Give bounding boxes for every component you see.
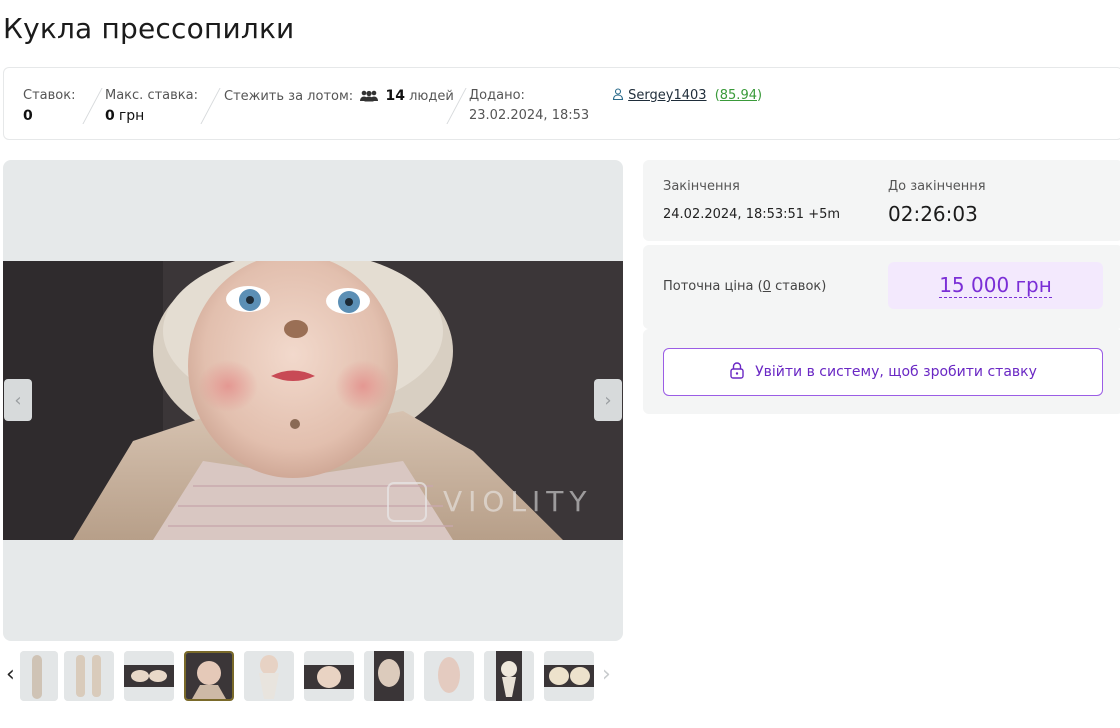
price-badge[interactable]: 15 000 грн: [888, 262, 1103, 309]
login-button-label: Увійти в систему, щоб зробити ставку: [755, 364, 1037, 380]
prev-image-button[interactable]: ‹: [4, 379, 32, 421]
next-image-button[interactable]: ›: [594, 379, 622, 421]
main-photo[interactable]: VIOLITY: [3, 261, 623, 540]
image-gallery: VIOLITY ‹ ›: [3, 160, 623, 641]
thumbs-prev-button[interactable]: ‹: [6, 662, 15, 687]
thumbnail-strip: ‹ ›: [0, 648, 623, 704]
bids-stat: Ставок: 0: [23, 86, 75, 126]
seller-info: Sergey1403 (85.94): [612, 86, 762, 107]
chevron-left-icon: ‹: [14, 389, 22, 411]
thumbnail[interactable]: [244, 651, 294, 701]
max-bid-label: Макс. ставка:: [105, 88, 198, 103]
thumbnail[interactable]: [64, 651, 114, 701]
watermark-text: VIOLITY: [443, 485, 593, 518]
watch-label: Стежить за лотом:: [224, 89, 354, 104]
divider: [200, 88, 221, 124]
lock-icon: [729, 361, 745, 383]
max-bid-currency: грн: [118, 108, 145, 124]
current-price-label: Поточна ціна (0 ставок): [663, 279, 827, 294]
thumbnail[interactable]: [124, 651, 174, 701]
end-label: Закінчення: [663, 179, 740, 194]
thumbnail[interactable]: [544, 651, 594, 701]
max-bid-value: 0: [105, 108, 115, 124]
people-icon: [359, 89, 379, 109]
bid-action-panel: Увійти в систему, щоб зробити ставку: [643, 329, 1120, 414]
thumbnail-selected[interactable]: [184, 651, 234, 701]
thumbnail[interactable]: [424, 651, 474, 701]
chevron-left-icon: ‹: [6, 662, 15, 687]
watch-count: 14: [385, 88, 405, 104]
doll-photo: VIOLITY: [3, 261, 623, 540]
user-icon: [612, 87, 624, 107]
countdown-value: 02:26:03: [888, 202, 978, 226]
current-price-panel: Поточна ціна (0 ставок) 15 000 грн: [643, 245, 1120, 329]
thumbnail[interactable]: [304, 651, 354, 701]
added-value: 23.02.2024, 18:53: [469, 108, 590, 123]
thumbnail[interactable]: [364, 651, 414, 701]
divider: [82, 88, 103, 124]
added-stat: Додано: 23.02.2024, 18:53: [469, 86, 589, 126]
chevron-right-icon: ›: [602, 662, 611, 687]
bids-label: Ставок:: [23, 88, 76, 103]
max-bid-stat: Макс. ставка: 0 грн: [105, 86, 198, 127]
watchers-stat: Стежить за лотом: 14 людей: [224, 86, 454, 109]
bids-value: 0: [23, 108, 33, 124]
added-label: Додано:: [469, 88, 525, 103]
current-price-bids[interactable]: 0: [763, 279, 771, 294]
thumbnail[interactable]: [484, 651, 534, 701]
chevron-right-icon: ›: [604, 389, 612, 411]
watch-suffix: людей: [409, 89, 454, 104]
lot-stats-bar: Ставок: 0 Макс. ставка: 0 грн Стежить за…: [3, 67, 1120, 140]
thumbs-next-button[interactable]: ›: [602, 662, 611, 687]
login-to-bid-button[interactable]: Увійти в систему, щоб зробити ставку: [663, 348, 1103, 396]
countdown-label: До закінчення: [888, 179, 986, 194]
auction-timing-panel: Закінчення 24.02.2024, 18:53:51 +5m До з…: [643, 160, 1120, 241]
end-value: 24.02.2024, 18:53:51 +5m: [663, 207, 841, 222]
thumbnail[interactable]: [20, 651, 58, 701]
page-title: Кукла прессопилки: [3, 12, 295, 45]
seller-link[interactable]: Sergey1403: [628, 88, 706, 103]
seller-rating[interactable]: 85.94: [720, 88, 757, 103]
